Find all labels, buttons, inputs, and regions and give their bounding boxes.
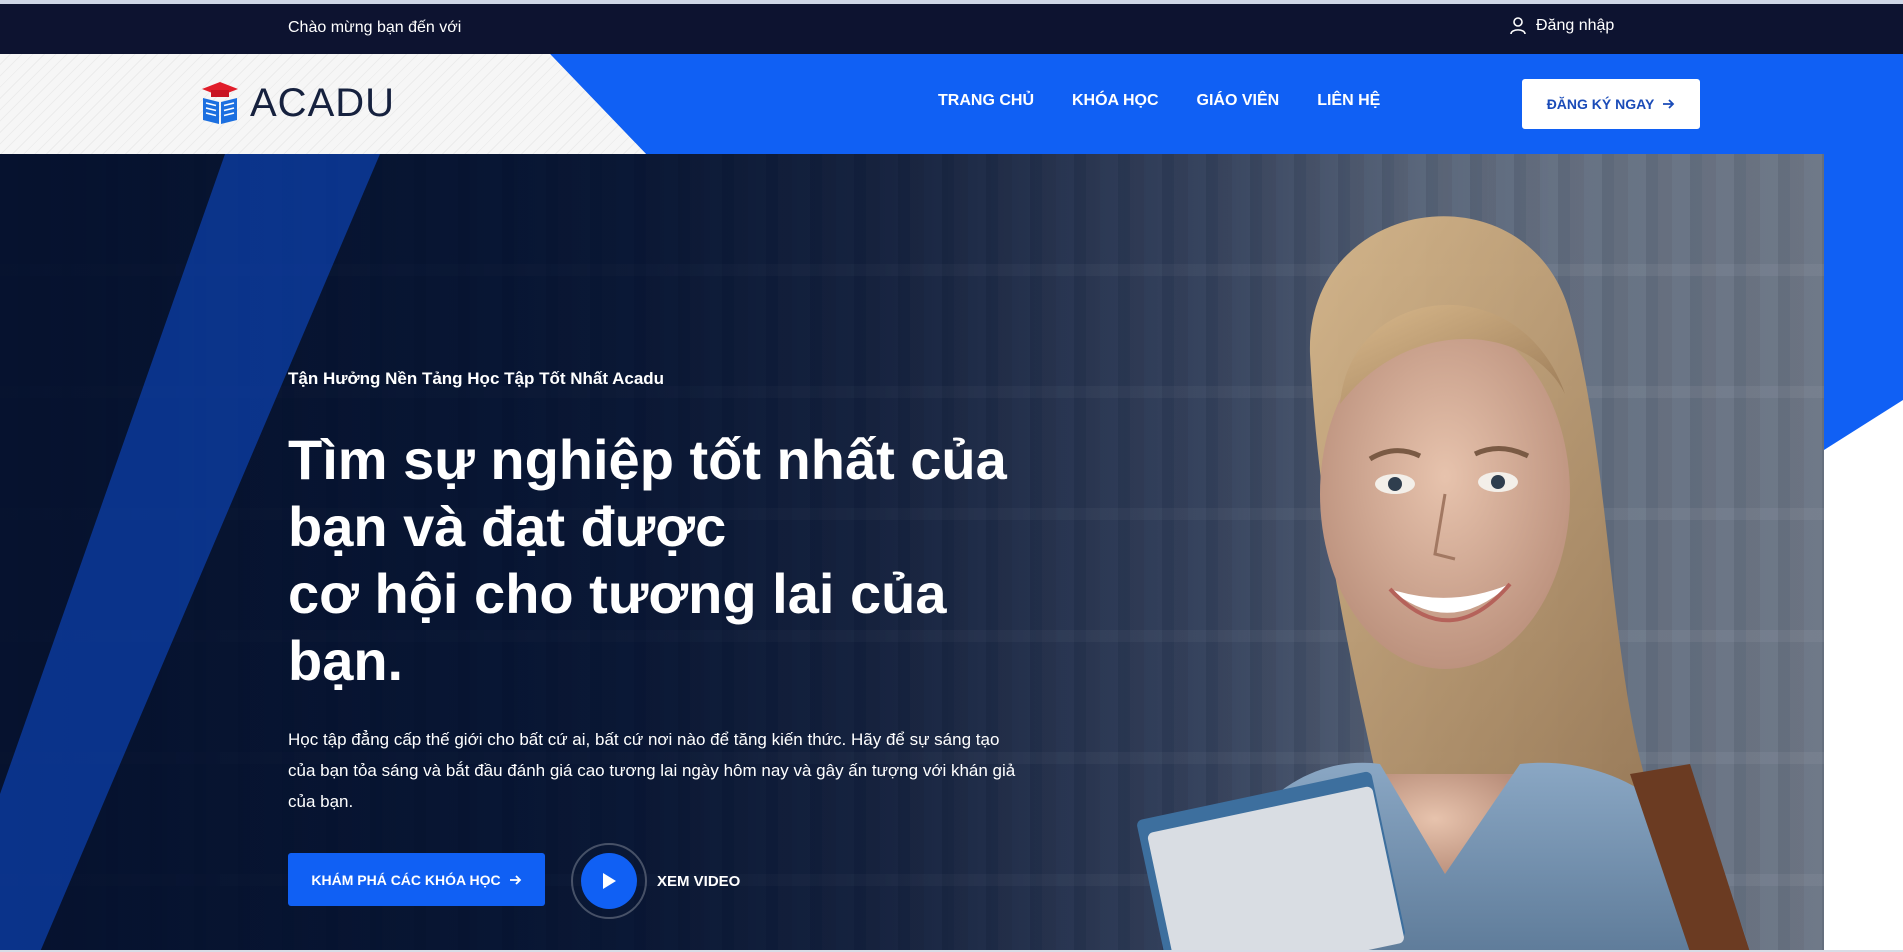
login-label: Đăng nhập [1536, 17, 1615, 34]
hero-headline-line-2: cơ hội cho tương lai của bạn. [288, 562, 947, 692]
nav-item-courses[interactable]: KHÓA HỌC [1072, 92, 1159, 110]
register-now-label: ĐĂNG KÝ NGAY [1546, 96, 1655, 112]
watch-video-button[interactable]: XEM VIDEO [571, 843, 740, 919]
arrow-right-icon [509, 874, 521, 885]
hero-headline-line-1: Tìm sự nghiệp tốt nhất của bạn và đạt đư… [288, 428, 1007, 558]
welcome-text: Chào mừng bạn đến với [288, 19, 462, 36]
brand-name: ACADU [250, 80, 396, 125]
watch-video-label: XEM VIDEO [657, 872, 741, 890]
main-nav: TRANG CHỦ KHÓA HỌC GIÁO VIÊN LIÊN HỆ [938, 92, 1380, 110]
nav-item-contact[interactable]: LIÊN HỆ [1317, 92, 1380, 110]
explore-courses-button[interactable]: KHÁM PHÁ CÁC KHÓA HỌC [288, 853, 545, 906]
hero-eyebrow: Tận Hưởng Nền Tảng Học Tập Tốt Nhất Acad… [288, 369, 665, 388]
login-link[interactable]: Đăng nhập [1510, 17, 1614, 35]
top-bar: Chào mừng bạn đến với Đăng nhập [0, 0, 1903, 54]
play-button-ring[interactable] [571, 843, 647, 919]
explore-courses-label: KHÁM PHÁ CÁC KHÓA HỌC [311, 871, 501, 888]
student-photo [1137, 216, 1750, 952]
arrow-right-icon [1663, 99, 1675, 109]
site-logo[interactable]: ACADU [200, 80, 395, 126]
right-edge-blue-shape [1824, 154, 1903, 450]
user-icon [1510, 17, 1526, 35]
hero-description: Học tập đẳng cấp thế giới cho bất cứ ai,… [288, 730, 1016, 811]
register-now-button[interactable]: ĐĂNG KÝ NGAY [1522, 79, 1700, 129]
play-button[interactable] [581, 853, 637, 909]
hero-headline: Tìm sự nghiệp tốt nhất của bạn và đạt đư… [288, 426, 1048, 694]
hero-section: Tận Hưởng Nền Tảng Học Tập Tốt Nhất Acad… [0, 154, 1824, 952]
graduation-book-icon [202, 82, 238, 124]
play-icon [603, 873, 616, 889]
nav-item-teachers[interactable]: GIÁO VIÊN [1197, 92, 1280, 110]
nav-item-home[interactable]: TRANG CHỦ [938, 92, 1034, 110]
